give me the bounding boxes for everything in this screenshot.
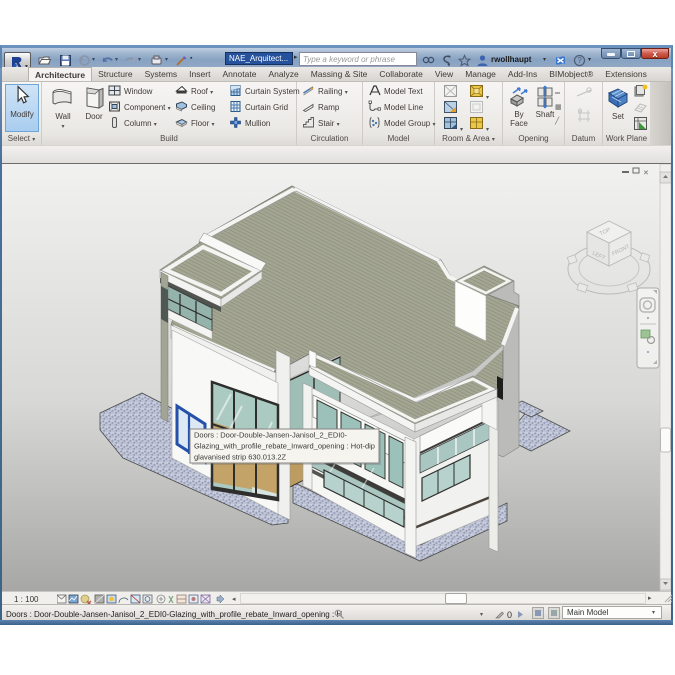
svg-text:?: ? [577, 56, 582, 65]
svg-text:0: 0 [507, 610, 512, 620]
svg-text:Glazing_with_profile_rebate_In: Glazing_with_profile_rebate_Inward_openi… [194, 442, 375, 451]
svg-text:glavanised strip 630.013.2Z: glavanised strip 630.013.2Z [194, 453, 287, 462]
svg-text:✕: ✕ [643, 170, 649, 177]
svg-text:Doors : Door-Double-Jansen-Jan: Doors : Door-Double-Jansen-Janisol_2_EDI… [194, 431, 347, 440]
